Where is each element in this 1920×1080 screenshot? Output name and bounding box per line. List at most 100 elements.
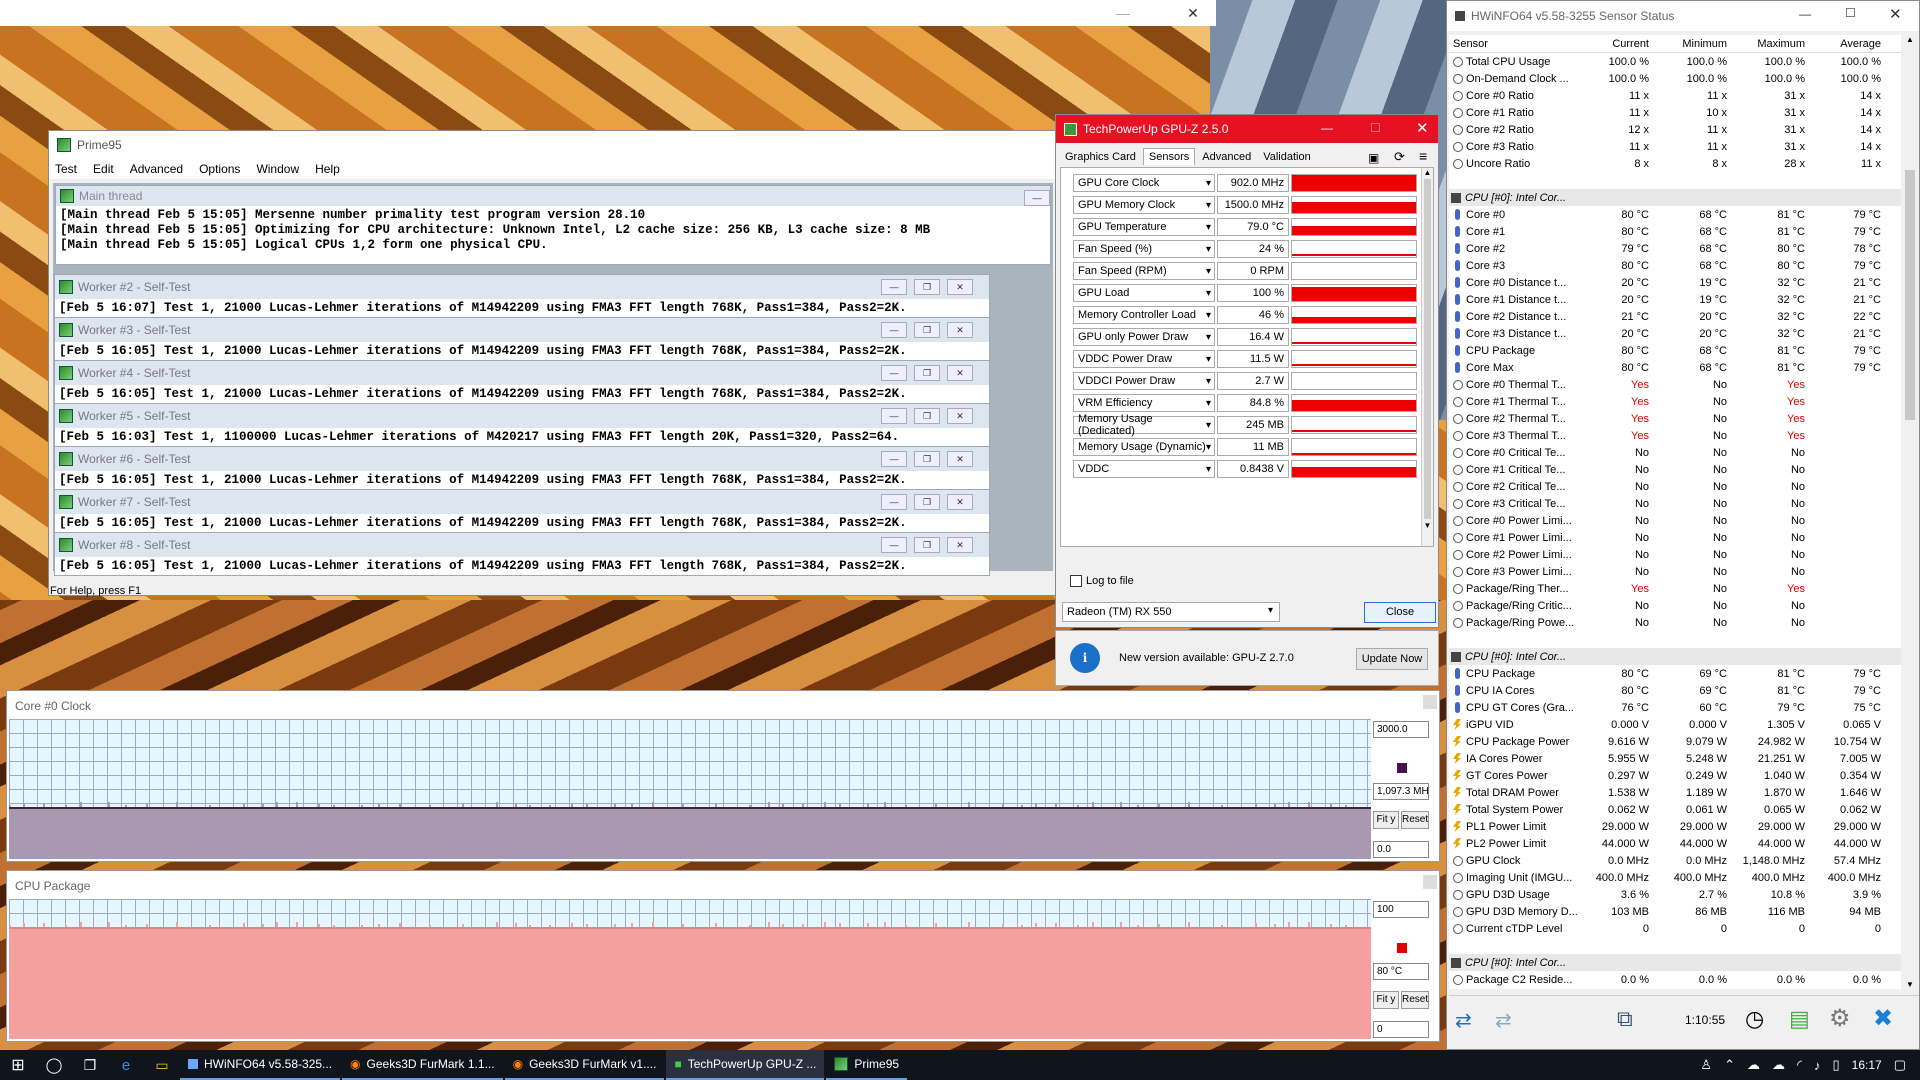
scroll-down-icon[interactable]: ▼ [1903, 980, 1917, 989]
scroll-up-icon[interactable]: ▲ [1903, 35, 1917, 44]
col-minimum[interactable]: Minimum [1655, 38, 1733, 50]
table-row[interactable]: Core #1 Power Limi... No No No [1449, 529, 1901, 546]
table-row[interactable]: Core #3 Power Limi... No No No [1449, 563, 1901, 580]
worker-titlebar[interactable]: Worker #3 - Self-Test [55, 318, 989, 342]
close-icon[interactable]: ✕ [1170, 0, 1216, 28]
table-row[interactable]: Core #0 Distance t... 20 °C 19 °C 32 °C 21 °… [1449, 274, 1901, 291]
maximize-icon[interactable]: ☐ [1845, 6, 1856, 20]
menu-advanced[interactable]: Advanced [130, 162, 183, 176]
update-now-button[interactable]: Update Now [1356, 648, 1428, 670]
menu-icon[interactable]: ≡ [1419, 148, 1427, 164]
sensor-label[interactable]: Fan Speed (RPM) [1073, 262, 1215, 280]
start-icon[interactable]: ⊞ [0, 1055, 36, 1075]
minimize-icon[interactable]: — [881, 537, 907, 553]
table-row[interactable]: Core #2 Critical Te... No No No [1449, 478, 1901, 495]
menu-window[interactable]: Window [256, 162, 299, 176]
maximize-icon[interactable]: ❐ [914, 451, 940, 467]
reset-button[interactable]: Reset [1401, 811, 1429, 829]
table-row[interactable]: Uncore Ratio 8 x 8 x 28 x 11 x [1449, 155, 1901, 172]
minimize-icon[interactable]: — [1024, 190, 1050, 206]
taskbar-item-hwinfo[interactable]: HWiNFO64 v5.58-325... [180, 1050, 341, 1080]
table-row[interactable]: On-Demand Clock ... 100.0 % 100.0 % 100.0 %… [1449, 70, 1901, 87]
worker-titlebar[interactable]: Worker #6 - Self-Test [55, 447, 989, 471]
col-average[interactable]: Average [1811, 38, 1887, 50]
sensor-label[interactable]: GPU Temperature [1073, 218, 1215, 236]
close-icon[interactable]: ✕ [947, 408, 973, 424]
menu-test[interactable]: Test [55, 162, 77, 176]
hwinfo-scrollbar[interactable]: ▲ ▼ [1903, 35, 1917, 989]
camera-icon[interactable]: ▣ [1368, 151, 1379, 165]
task-view-icon[interactable]: ❐ [72, 1057, 108, 1074]
sensor-label[interactable]: Memory Usage (Dedicated) [1073, 413, 1215, 437]
cloud-icon[interactable]: ☁ [1747, 1057, 1760, 1073]
sensor-label[interactable]: Memory Controller Load [1073, 306, 1215, 324]
table-row[interactable]: Core #0 80 °C 68 °C 81 °C 79 °C [1449, 206, 1901, 223]
close-icon[interactable]: ✕ [1889, 5, 1902, 23]
search-icon[interactable]: ◯ [36, 1056, 72, 1074]
scroll-down-icon[interactable]: ▼ [1422, 521, 1433, 530]
minimize-icon[interactable]: — [881, 494, 907, 510]
tab-validation[interactable]: Validation [1258, 149, 1316, 165]
sensor-label[interactable]: GPU Core Clock [1073, 174, 1215, 192]
taskbar-item-furmark-2[interactable]: ◉ Geeks3D FurMark v1.... [504, 1050, 665, 1080]
minimize-icon[interactable]: — [881, 322, 907, 338]
table-row[interactable]: GT Cores Power 0.297 W 0.249 W 1.040 W 0.354… [1449, 767, 1901, 784]
table-row[interactable]: Package/Ring Powe... No No No [1449, 614, 1901, 631]
device-select[interactable]: Radeon (TM) RX 550 ▾ [1062, 602, 1280, 622]
table-row[interactable]: CPU Package 80 °C 69 °C 81 °C 79 °C [1449, 665, 1901, 682]
table-row[interactable]: Core #0 Thermal T... Yes No Yes [1449, 376, 1901, 393]
table-row[interactable]: GPU Clock 0.0 MHz 0.0 MHz 1,148.0 MHz 57.4 M… [1449, 852, 1901, 869]
tab-graphics-card[interactable]: Graphics Card [1060, 149, 1141, 165]
sensor-label[interactable]: GPU Load [1073, 284, 1215, 302]
nav-arrows-icon[interactable]: ⇄ [1455, 1008, 1472, 1033]
volume-icon[interactable]: ♪ [1814, 1058, 1821, 1073]
table-row[interactable]: Total CPU Usage 100.0 % 100.0 % 100.0 % 100.… [1449, 53, 1901, 70]
close-icon[interactable]: ✕ [947, 365, 973, 381]
clock-time[interactable]: 16:17 [1852, 1058, 1882, 1072]
table-row[interactable]: Package/Ring Ther... Yes No Yes [1449, 580, 1901, 597]
sensor-group[interactable]: CPU [#0]: Intel Cor... [1449, 648, 1901, 665]
sensor-label[interactable]: VDDC [1073, 460, 1215, 478]
minimize-icon[interactable]: — [881, 408, 907, 424]
table-row[interactable]: IA Cores Power 5.955 W 5.248 W 21.251 W 7.00… [1449, 750, 1901, 767]
table-row[interactable]: Current cTDP Level 0 0 0 0 [1449, 920, 1901, 937]
menu-help[interactable]: Help [315, 162, 340, 176]
sensor-group[interactable]: CPU [#0]: Intel Cor... [1449, 189, 1901, 206]
tab-sensors[interactable]: Sensors [1142, 148, 1196, 165]
minimize-icon[interactable]: — [1100, 0, 1146, 28]
table-row[interactable]: Core #3 Ratio 11 x 11 x 31 x 14 x [1449, 138, 1901, 155]
table-row[interactable]: Core #1 80 °C 68 °C 81 °C 79 °C [1449, 223, 1901, 240]
tab-advanced[interactable]: Advanced [1197, 149, 1256, 165]
table-row[interactable]: Core #2 Ratio 12 x 11 x 31 x 14 x [1449, 121, 1901, 138]
explorer-icon[interactable]: ▭ [144, 1057, 180, 1074]
sensor-label[interactable]: Memory Usage (Dynamic) [1073, 438, 1215, 456]
notifications-icon[interactable]: ▢ [1894, 1057, 1906, 1073]
network-icon[interactable]: ⧉ [1617, 1006, 1633, 1032]
table-row[interactable]: Core #0 Ratio 11 x 11 x 31 x 14 x [1449, 87, 1901, 104]
reset-button[interactable]: Reset [1401, 991, 1429, 1009]
table-row[interactable]: Core #3 Thermal T... Yes No Yes [1449, 427, 1901, 444]
table-row[interactable]: Core #3 Critical Te... No No No [1449, 495, 1901, 512]
table-row[interactable]: Core #2 Power Limi... No No No [1449, 546, 1901, 563]
table-row[interactable]: CPU Package Power 9.616 W 9.079 W 24.982 W 1… [1449, 733, 1901, 750]
maximize-icon[interactable]: ❐ [914, 322, 940, 338]
minimize-icon[interactable]: — [1321, 121, 1333, 135]
minimize-icon[interactable]: — [881, 451, 907, 467]
settings-icon[interactable]: ⚙ [1829, 1004, 1851, 1033]
sensor-label[interactable]: VDDCI Power Draw [1073, 372, 1215, 390]
table-row[interactable]: CPU GT Cores (Gra... 76 °C 60 °C 79 °C 75 °C [1449, 699, 1901, 716]
fit-y-button[interactable]: Fit y [1373, 811, 1399, 829]
scroll-thumb[interactable] [1905, 170, 1915, 420]
sensor-label[interactable]: GPU only Power Draw [1073, 328, 1215, 346]
col-maximum[interactable]: Maximum [1733, 38, 1811, 50]
close-icon[interactable]: ✕ [947, 451, 973, 467]
maximize-icon[interactable]: ❐ [914, 537, 940, 553]
table-row[interactable]: CPU Package 80 °C 68 °C 81 °C 79 °C [1449, 342, 1901, 359]
minimize-icon[interactable]: — [881, 365, 907, 381]
taskbar-item-prime95[interactable]: Prime95 [826, 1050, 908, 1080]
worker-titlebar[interactable]: Worker #8 - Self-Test [55, 533, 989, 557]
refresh-icon[interactable]: ⟳ [1394, 149, 1405, 165]
close-sensors-icon[interactable]: ✖ [1873, 1004, 1893, 1033]
fit-y-button[interactable]: Fit y [1373, 991, 1399, 1009]
maximize-icon[interactable]: ❐ [914, 365, 940, 381]
